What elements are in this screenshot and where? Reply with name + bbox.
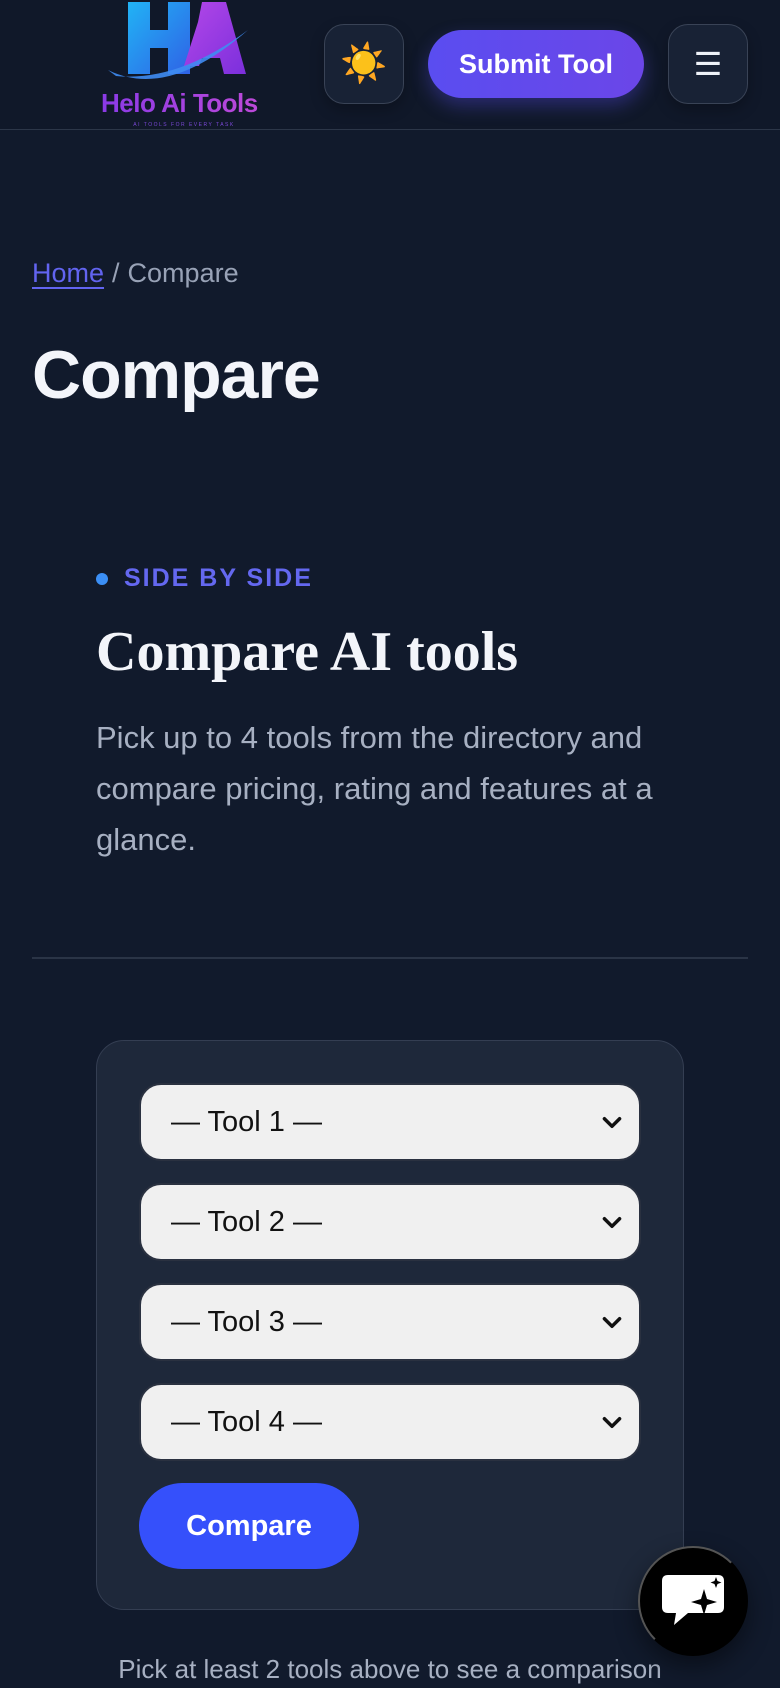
tool-select-1-value: — Tool 1 —: [171, 1105, 322, 1138]
tool-select-2[interactable]: — Tool 2 —: [139, 1183, 641, 1261]
compare-form-card: — Tool 1 — — Tool 2 — — Tool 3 — — Tool …: [96, 1040, 684, 1610]
logo-text: Helo Ai Tools: [101, 88, 267, 119]
section-title: Compare AI tools: [96, 621, 519, 683]
theme-toggle-button[interactable]: ☀️: [324, 24, 404, 104]
tool-select-2-value: — Tool 2 —: [171, 1205, 322, 1238]
hamburger-menu-icon: ☰: [693, 46, 723, 82]
breadcrumb-current: Compare: [127, 258, 239, 288]
tool-select-4[interactable]: — Tool 4 —: [139, 1383, 641, 1461]
eyebrow-dot-icon: [96, 572, 108, 585]
comparison-hint: Pick at least 2 tools above to see a com…: [118, 1654, 662, 1684]
compare-button[interactable]: Compare: [139, 1483, 359, 1569]
site-logo[interactable]: Helo Ai Tools AI TOOLS FOR EVERY TASK: [98, 0, 268, 128]
tool-select-4-value: — Tool 4 —: [171, 1405, 322, 1438]
page-title: Compare: [32, 337, 321, 413]
tool-select-1[interactable]: — Tool 1 —: [139, 1083, 641, 1161]
sun-icon: ☀️: [340, 43, 388, 85]
tool-select-3-value: — Tool 3 —: [171, 1305, 322, 1338]
chat-button[interactable]: [638, 1546, 748, 1656]
page: Helo Ai Tools AI TOOLS FOR EVERY TASK ☀️…: [0, 0, 780, 1688]
logo-tagline: AI TOOLS FOR EVERY TASK: [133, 122, 235, 128]
tool-select-3[interactable]: — Tool 3 —: [139, 1283, 641, 1361]
breadcrumb-home-link[interactable]: Home: [32, 258, 104, 288]
menu-button[interactable]: ☰: [668, 24, 748, 104]
submit-tool-button[interactable]: Submit Tool: [428, 30, 644, 98]
eyebrow-text: SIDE BY SIDE: [124, 564, 313, 592]
chevron-down-icon: [602, 1317, 622, 1329]
chevron-down-icon: [602, 1217, 622, 1229]
breadcrumb: Home / Compare: [32, 258, 239, 289]
chat-sparkle-icon: [662, 1575, 724, 1625]
site-header: Helo Ai Tools AI TOOLS FOR EVERY TASK ☀️…: [0, 0, 780, 130]
section-eyebrow: SIDE BY SIDE: [96, 564, 313, 593]
breadcrumb-separator: /: [112, 258, 120, 288]
section-description: Pick up to 4 tools from the directory an…: [96, 720, 653, 857]
chevron-down-icon: [602, 1417, 622, 1429]
chevron-down-icon: [602, 1117, 622, 1129]
section-divider: [32, 957, 748, 959]
